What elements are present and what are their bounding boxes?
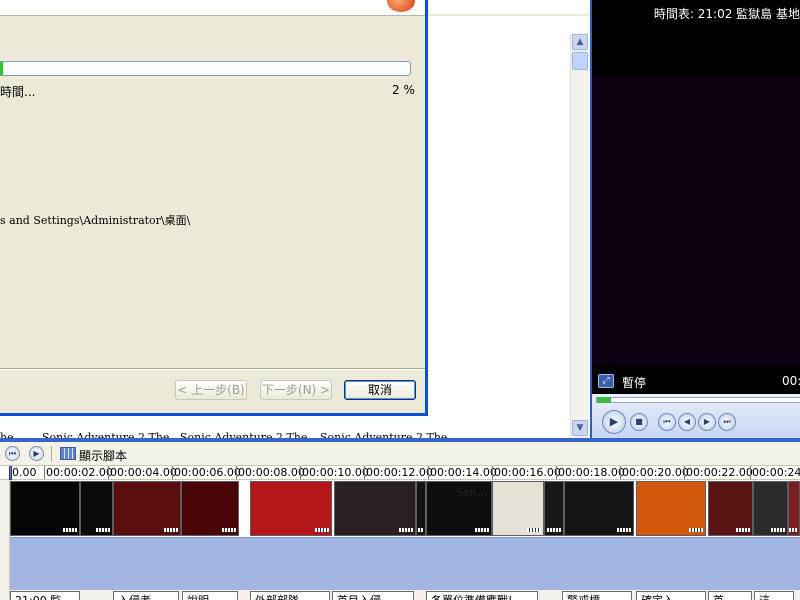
title-clip[interactable]: 首目入侵: [332, 591, 414, 600]
video-clip[interactable]: [564, 481, 634, 536]
ruler-tick-label: 00:00:06.00: [172, 466, 241, 479]
seek-knob[interactable]: [597, 397, 611, 403]
film-strip-icon: [222, 528, 236, 532]
title-overlay-track[interactable]: 21:00 監 入侵者說明 外部部隊首目入侵 各單位準備應戰! 警戒標確定入首這: [10, 590, 800, 600]
video-clip[interactable]: [544, 481, 564, 536]
back-button[interactable]: < 上一步(B): [175, 380, 247, 400]
video-clip[interactable]: [788, 481, 800, 536]
progress-percent: 2 %: [392, 83, 415, 97]
toolbar-separator: [51, 446, 52, 462]
film-strip-icon: [315, 528, 329, 532]
pane-divider: [428, 14, 590, 16]
monitor-status-bar: ⤢ 暫停 00:: [592, 368, 800, 394]
storyboard-icon[interactable]: [60, 447, 76, 460]
cancel-button[interactable]: 取消: [344, 380, 416, 400]
ruler-tick-label: 00:00:10.00: [300, 466, 369, 479]
ruler-tick-label: 00:00:04.00: [108, 466, 177, 479]
video-clip[interactable]: [80, 481, 113, 536]
wizard-separator: [0, 368, 425, 370]
film-strip-icon: [63, 528, 77, 532]
film-strip-icon: [164, 528, 178, 532]
remaining-time-label: 時間...: [0, 85, 36, 99]
title-clip[interactable]: 入侵者: [113, 591, 179, 600]
video-clip[interactable]: [10, 481, 80, 536]
title-clip[interactable]: 首: [708, 591, 752, 600]
film-strip-icon: [771, 528, 785, 532]
playback-timecode: 00:: [782, 374, 800, 388]
scroll-up-icon[interactable]: ▲: [572, 34, 588, 50]
forward-icon[interactable]: ▶: [698, 413, 716, 431]
show-storyboard-button[interactable]: 顯示腳本: [79, 447, 127, 464]
stop-icon[interactable]: ■: [630, 413, 648, 431]
next-button[interactable]: 下一步(N) >: [260, 380, 332, 400]
previous-frame-icon[interactable]: ⏮: [658, 413, 676, 431]
ruler-tick-label: 00:00:02.00: [44, 466, 113, 479]
ruler-tick-label: 00:00:12.00: [364, 466, 433, 479]
ruler-tick-label: 00:00:24.0: [750, 466, 800, 479]
wizard-logo-icon: [387, 0, 415, 12]
film-strip-icon: [736, 528, 750, 532]
preview-monitor: 時間表: 21:02 監獄島 基地 ⤢ 暫停 00: ▶ ■ ⏮ ◀ ▶ ⏭: [590, 0, 800, 440]
video-clip[interactable]: [334, 481, 416, 536]
playback-controls: ▶ ■ ⏮ ◀ ▶ ⏭: [592, 394, 800, 440]
title-clip[interactable]: 這: [754, 591, 794, 600]
ruler-tick-label: 00:00:14.00: [428, 466, 497, 479]
video-clip[interactable]: [181, 481, 239, 536]
scroll-thumb[interactable]: [572, 52, 588, 70]
ruler-tick-label: 00:00:16.00: [492, 466, 561, 479]
preview-screen[interactable]: [592, 76, 800, 366]
next-frame-icon[interactable]: ⏭: [718, 413, 736, 431]
title-clip[interactable]: 確定入: [636, 591, 706, 600]
film-strip-icon: [617, 528, 631, 532]
ruler-tick-label: 00:00:08.00: [236, 466, 305, 479]
film-strip-icon: [527, 528, 541, 532]
title-clip[interactable]: 各單位準備應戰!: [426, 591, 538, 600]
title-clip[interactable]: 外部部隊: [250, 591, 330, 600]
timeline-ruler[interactable]: 0.00 00:00:02.00 00:00:04.00 00:00:06.00 00:…: [0, 466, 800, 480]
play-icon[interactable]: ▶: [602, 410, 626, 434]
export-progress-fill: [0, 62, 4, 75]
track-gutter: [0, 480, 10, 600]
timeline-toolbar: ⏮ ▶ 顯示腳本: [0, 442, 800, 466]
ruler-tick-label: 00:00:22.00: [684, 466, 753, 479]
fullscreen-icon[interactable]: ⤢: [598, 374, 614, 388]
monitor-title: 時間表: 21:02 監獄島 基地: [653, 7, 800, 21]
destination-path: s and Settings\Administrator\桌面\: [0, 214, 191, 227]
film-strip-icon: [399, 528, 413, 532]
playback-state: 暫停: [622, 376, 647, 390]
export-progress-bar: [0, 61, 411, 76]
video-clip[interactable]: [250, 481, 332, 536]
title-clip[interactable]: 說明: [182, 591, 238, 600]
title-clip[interactable]: 警戒標: [562, 591, 632, 600]
video-clip[interactable]: [636, 481, 706, 536]
video-clip[interactable]: [753, 481, 788, 536]
film-strip-icon: [96, 528, 110, 532]
film-strip-icon: [417, 528, 423, 532]
film-strip-icon: [475, 528, 489, 532]
video-clip[interactable]: [113, 481, 181, 536]
film-strip-icon: [547, 528, 561, 532]
rewind-timeline-icon[interactable]: ⏮: [5, 446, 20, 461]
video-clip[interactable]: [416, 481, 426, 536]
video-track[interactable]: Son...: [10, 481, 800, 537]
play-timeline-icon[interactable]: ▶: [29, 446, 44, 461]
collection-pane: [428, 0, 590, 438]
wizard-header: [0, 0, 425, 16]
audio-track[interactable]: [10, 537, 800, 590]
ruler-tick-label: 0.00: [10, 466, 37, 479]
video-clip[interactable]: Son...: [426, 481, 492, 536]
seek-bar[interactable]: [596, 397, 800, 403]
clip-caption: Son...: [455, 486, 487, 499]
video-clip[interactable]: [708, 481, 753, 536]
ruler-tick-label: 00:00:18.00: [556, 466, 625, 479]
save-movie-wizard-dialog: 時間... 2 % s and Settings\Administrator\桌…: [0, 0, 428, 416]
video-clip[interactable]: [492, 481, 544, 536]
rewind-icon[interactable]: ◀: [678, 413, 696, 431]
film-strip-icon: [789, 528, 797, 532]
collection-scrollbar[interactable]: ▲ ▼: [570, 34, 588, 438]
film-strip-icon: [689, 528, 703, 532]
ruler-tick-label: 00:00:20.00: [620, 466, 689, 479]
title-clip[interactable]: 21:00 監: [10, 591, 80, 600]
